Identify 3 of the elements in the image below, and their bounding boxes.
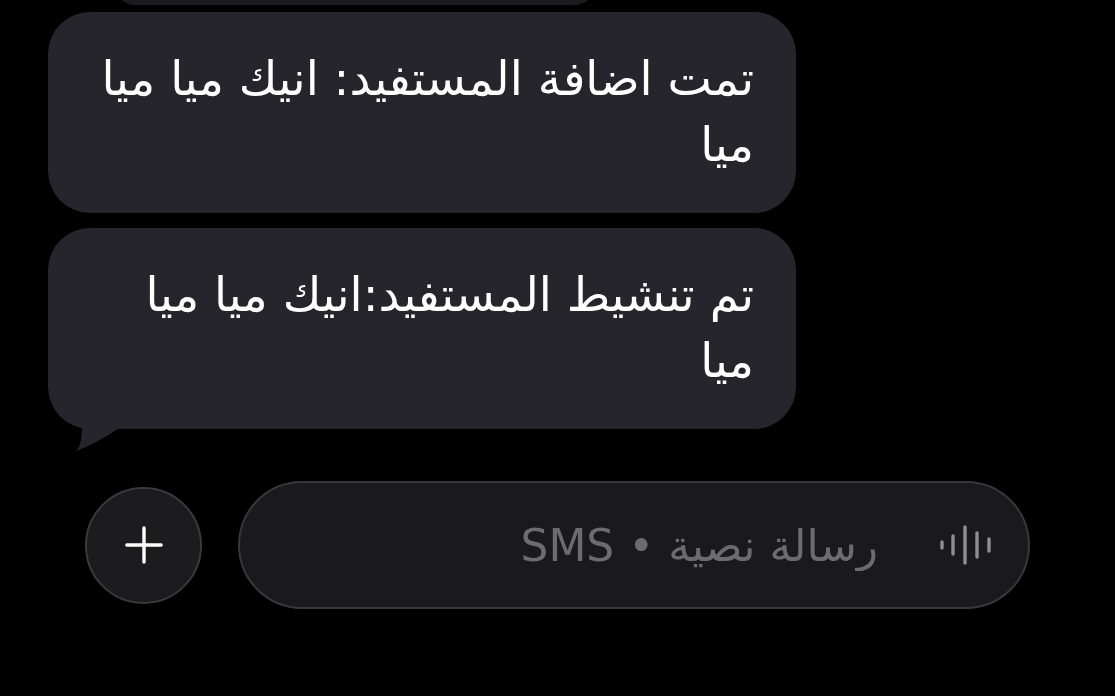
message-bubble: تم تنشيط المستفيد:انيك ميا ميا ميا [48, 228, 796, 429]
plus-icon [124, 526, 163, 564]
message-bubble: تمت اضافة المستفيد: انيك ميا ميا ميا [48, 12, 796, 213]
